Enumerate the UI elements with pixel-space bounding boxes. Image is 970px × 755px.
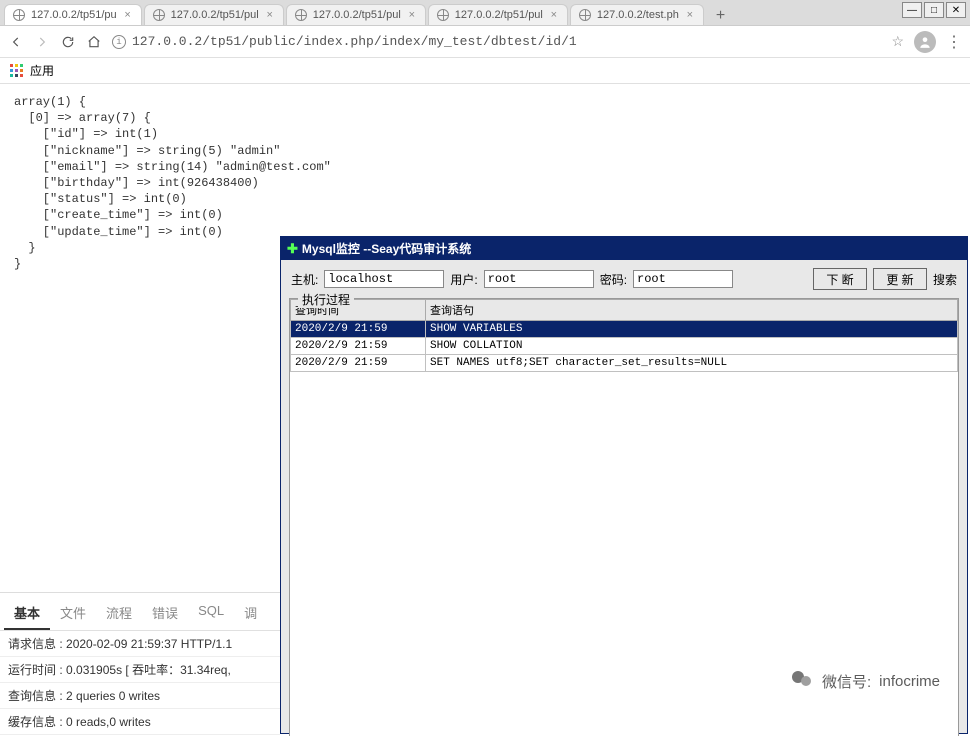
- pass-label: 密码:: [600, 271, 627, 288]
- home-button[interactable]: [86, 34, 102, 50]
- watermark-label: 微信号:: [822, 671, 871, 692]
- debug-tab-error[interactable]: 错误: [142, 599, 188, 630]
- browser-tab-3[interactable]: 127.0.0.2/tp51/pul ×: [428, 4, 568, 25]
- debug-tab-sql[interactable]: SQL: [188, 599, 234, 630]
- window-close-button[interactable]: ✕: [946, 2, 966, 18]
- watermark: 微信号: infocrime: [790, 667, 940, 695]
- disconnect-button[interactable]: 下 断: [813, 268, 867, 290]
- globe-icon: [579, 9, 591, 21]
- cell-time: 2020/2/9 21:59: [291, 338, 426, 355]
- close-icon[interactable]: ×: [685, 9, 695, 21]
- globe-icon: [437, 9, 449, 21]
- host-label: 主机:: [291, 271, 318, 288]
- browser-tab-4[interactable]: 127.0.0.2/test.ph ×: [570, 4, 704, 25]
- bug-icon: ✚: [287, 241, 298, 257]
- url-text: 127.0.0.2/tp51/public/index.php/index/my…: [132, 34, 577, 49]
- reload-button[interactable]: [60, 34, 76, 50]
- table-row[interactable]: 2020/2/9 21:59 SET NAMES utf8;SET charac…: [291, 355, 958, 372]
- close-icon[interactable]: ×: [407, 9, 417, 21]
- groupbox-label: 执行过程: [298, 291, 354, 308]
- debug-runtime-row: 运行时间 : 0.031905s [ 吞吐率：31.34req,: [0, 657, 280, 683]
- dialog-toolbar: 主机: 用户: 密码: 下 断 更 新 搜索: [281, 260, 967, 298]
- browser-tab-2[interactable]: 127.0.0.2/tp51/pul ×: [286, 4, 426, 25]
- user-input[interactable]: [484, 270, 594, 288]
- table-empty-area: [290, 372, 958, 752]
- cell-sql: SHOW COLLATION: [426, 338, 958, 355]
- col-sql-header[interactable]: 查询语句: [426, 300, 958, 321]
- tab-title: 127.0.0.2/test.ph: [597, 9, 679, 21]
- kebab-menu-icon[interactable]: ⋮: [946, 32, 962, 52]
- refresh-button[interactable]: 更 新: [873, 268, 927, 290]
- debug-request-row: 请求信息 : 2020-02-09 21:59:37 HTTP/1.1: [0, 631, 280, 657]
- cell-sql: SET NAMES utf8;SET character_set_results…: [426, 355, 958, 372]
- cell-sql: SHOW VARIABLES: [426, 321, 958, 338]
- table-row[interactable]: 2020/2/9 21:59 SHOW COLLATION: [291, 338, 958, 355]
- window-controls: — □ ✕: [900, 2, 966, 18]
- apps-icon[interactable]: [10, 64, 24, 78]
- omnibox[interactable]: i 127.0.0.2/tp51/public/index.php/index/…: [112, 34, 881, 49]
- window-minimize-button[interactable]: —: [902, 2, 922, 18]
- debug-info-list: 请求信息 : 2020-02-09 21:59:37 HTTP/1.1 运行时间…: [0, 631, 280, 735]
- back-button[interactable]: [8, 34, 24, 50]
- host-input[interactable]: [324, 270, 444, 288]
- table-row[interactable]: 2020/2/9 21:59 SHOW VARIABLES: [291, 321, 958, 338]
- debug-cache-row: 缓存信息 : 0 reads,0 writes: [0, 709, 280, 735]
- tab-title: 127.0.0.2/tp51/pu: [31, 9, 117, 21]
- bookmarks-bar: 应用: [0, 58, 970, 84]
- debug-tab-files[interactable]: 文件: [50, 599, 96, 630]
- debug-bar: 基本 文件 流程 错误 SQL 调 请求信息 : 2020-02-09 21:5…: [0, 592, 280, 735]
- watermark-value: infocrime: [879, 673, 940, 690]
- close-icon[interactable]: ×: [123, 9, 133, 21]
- cell-time: 2020/2/9 21:59: [291, 355, 426, 372]
- user-label: 用户:: [450, 271, 477, 288]
- profile-avatar-icon[interactable]: [914, 31, 936, 53]
- window-maximize-button[interactable]: □: [924, 2, 944, 18]
- debug-query-row: 查询信息 : 2 queries 0 writes: [0, 683, 280, 709]
- site-info-icon[interactable]: i: [112, 35, 126, 49]
- globe-icon: [13, 9, 25, 21]
- debug-tab-flow[interactable]: 流程: [96, 599, 142, 630]
- bookmark-star-icon[interactable]: ☆: [891, 33, 904, 50]
- pass-input[interactable]: [633, 270, 733, 288]
- mysql-monitor-dialog: ✚ Mysql监控 --Seay代码审计系统 主机: 用户: 密码: 下 断 更…: [280, 236, 968, 734]
- close-icon[interactable]: ×: [265, 9, 275, 21]
- apps-label[interactable]: 应用: [30, 62, 54, 79]
- new-tab-button[interactable]: +: [706, 7, 735, 25]
- address-bar: i 127.0.0.2/tp51/public/index.php/index/…: [0, 26, 970, 58]
- globe-icon: [153, 9, 165, 21]
- search-label: 搜索: [933, 271, 957, 288]
- wechat-icon: [790, 667, 814, 695]
- globe-icon: [295, 9, 307, 21]
- browser-tab-1[interactable]: 127.0.0.2/tp51/pul ×: [144, 4, 284, 25]
- query-table[interactable]: 查询时间 查询语句 2020/2/9 21:59 SHOW VARIABLES …: [290, 299, 958, 372]
- debug-tab-more[interactable]: 调: [234, 599, 267, 630]
- browser-tab-0[interactable]: 127.0.0.2/tp51/pu ×: [4, 4, 142, 25]
- tab-title: 127.0.0.2/tp51/pul: [171, 9, 259, 21]
- tab-title: 127.0.0.2/tp51/pul: [313, 9, 401, 21]
- dialog-title-text: Mysql监控 --Seay代码审计系统: [302, 240, 471, 257]
- tab-strip: 127.0.0.2/tp51/pu × 127.0.0.2/tp51/pul ×…: [0, 0, 970, 26]
- tab-title: 127.0.0.2/tp51/pul: [455, 9, 543, 21]
- close-icon[interactable]: ×: [549, 9, 559, 21]
- debug-tab-basic[interactable]: 基本: [4, 599, 50, 630]
- cell-time: 2020/2/9 21:59: [291, 321, 426, 338]
- dialog-titlebar[interactable]: ✚ Mysql监控 --Seay代码审计系统: [281, 237, 967, 260]
- debug-tabs: 基本 文件 流程 错误 SQL 调: [0, 593, 280, 631]
- forward-button[interactable]: [34, 34, 50, 50]
